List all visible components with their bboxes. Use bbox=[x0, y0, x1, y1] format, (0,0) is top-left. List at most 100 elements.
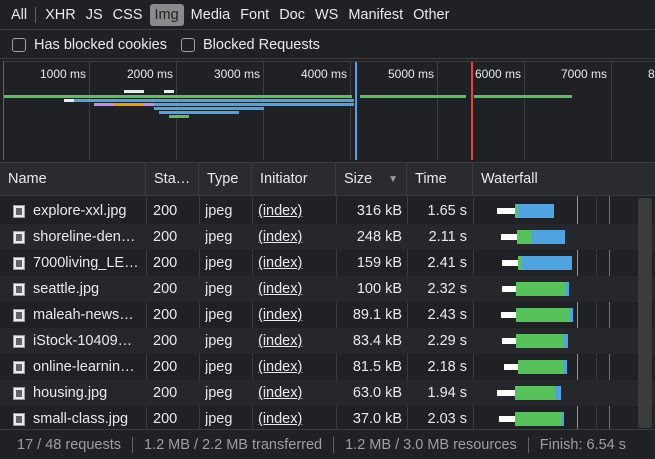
filter-manifest[interactable]: Manifest bbox=[343, 4, 408, 26]
cell-time: 2.43 s bbox=[427, 307, 468, 323]
column-initiator[interactable]: Initiator bbox=[252, 163, 336, 196]
overview-bar bbox=[474, 95, 572, 98]
cell-initiator[interactable]: (index) bbox=[258, 224, 332, 250]
overview-bar bbox=[169, 115, 189, 118]
column-type[interactable]: Type bbox=[199, 163, 252, 196]
cell-time: 2.03 s bbox=[427, 411, 468, 427]
cell-initiator[interactable]: (index) bbox=[258, 198, 332, 224]
cell-initiator[interactable]: (index) bbox=[258, 406, 332, 429]
cell-size: 159 kB bbox=[356, 255, 402, 271]
has-blocked-cookies-checkbox[interactable]: Has blocked cookies bbox=[12, 37, 167, 53]
filter-bar: All XHR JS CSS Img Media Font Doc WS Man… bbox=[0, 0, 655, 30]
table-row[interactable]: housing.jpg 200 jpeg (index) 63.0 kB 1.9… bbox=[0, 380, 655, 406]
tick-label: 6000 ms bbox=[475, 67, 522, 81]
cell-type: jpeg bbox=[205, 229, 233, 245]
cell-size: 37.0 kB bbox=[352, 411, 402, 427]
request-table-body: explore-xxl.jpg 200 jpeg (index) 316 kB … bbox=[0, 196, 655, 429]
checkbox-icon[interactable] bbox=[12, 37, 26, 52]
cell-name: housing.jpg bbox=[33, 385, 108, 401]
cell-name: iStock-10409… bbox=[33, 333, 133, 349]
cell-initiator[interactable]: (index) bbox=[258, 302, 332, 328]
waterfall-download bbox=[555, 386, 561, 400]
filter-font[interactable]: Font bbox=[235, 4, 274, 26]
column-name[interactable]: Name bbox=[0, 163, 146, 196]
table-row[interactable]: seattle.jpg 200 jpeg (index) 100 kB 2.32… bbox=[0, 276, 655, 302]
waterfall-download bbox=[563, 360, 567, 374]
image-file-icon bbox=[13, 309, 25, 322]
tick-line bbox=[350, 62, 351, 160]
filter-other[interactable]: Other bbox=[408, 4, 454, 26]
table-row[interactable]: maleah-news… 200 jpeg (index) 89.1 kB 2.… bbox=[0, 302, 655, 328]
blocked-requests-checkbox[interactable]: Blocked Requests bbox=[181, 37, 320, 53]
table-row[interactable]: online-learnin… 200 jpeg (index) 81.5 kB… bbox=[0, 354, 655, 380]
waterfall-download bbox=[561, 412, 564, 426]
cell-time: 2.32 s bbox=[427, 281, 468, 297]
waterfall-waiting bbox=[516, 282, 566, 296]
table-row[interactable]: explore-xxl.jpg 200 jpeg (index) 316 kB … bbox=[0, 198, 655, 224]
table-row[interactable]: iStock-10409… 200 jpeg (index) 83.4 kB 2… bbox=[0, 328, 655, 354]
cell-type: jpeg bbox=[205, 281, 233, 297]
filter-img[interactable]: Img bbox=[149, 3, 184, 26]
cell-name: seattle.jpg bbox=[33, 281, 100, 297]
request-table-header: Name Sta… Type Initiator Size ▼ Time Wat… bbox=[0, 162, 655, 196]
filter-media[interactable]: Media bbox=[186, 4, 236, 26]
cell-status: 200 bbox=[153, 333, 178, 349]
waterfall-download bbox=[522, 256, 572, 270]
image-file-icon bbox=[13, 361, 25, 374]
checkbox-label: Has blocked cookies bbox=[34, 36, 167, 53]
cell-initiator[interactable]: (index) bbox=[258, 276, 332, 302]
tick-label: 1000 ms bbox=[40, 67, 87, 81]
tick-label: 3000 ms bbox=[214, 67, 261, 81]
cell-status: 200 bbox=[153, 385, 178, 401]
cell-initiator[interactable]: (index) bbox=[258, 380, 332, 406]
column-time[interactable]: Time bbox=[407, 163, 473, 196]
sort-descending-icon[interactable]: ▼ bbox=[388, 163, 398, 196]
load-marker bbox=[471, 62, 473, 160]
cell-time: 2.11 s bbox=[428, 229, 467, 245]
cell-initiator[interactable]: (index) bbox=[258, 328, 332, 354]
filter-css[interactable]: CSS bbox=[108, 4, 148, 26]
cell-name: online-learnin… bbox=[33, 359, 135, 375]
checkbox-row: Has blocked cookies Blocked Requests bbox=[0, 31, 655, 59]
waterfall-waiting bbox=[515, 412, 561, 426]
filter-ws[interactable]: WS bbox=[310, 4, 343, 26]
cell-initiator[interactable]: (index) bbox=[258, 354, 332, 380]
column-status[interactable]: Sta… bbox=[146, 163, 199, 196]
finish-time: Finish: 6.54 s bbox=[539, 436, 627, 453]
tick-line bbox=[263, 62, 264, 160]
filter-doc[interactable]: Doc bbox=[274, 4, 310, 26]
status-divider bbox=[132, 436, 133, 453]
filter-divider bbox=[35, 6, 37, 23]
table-row[interactable]: small-class.jpg 200 jpeg (index) 37.0 kB… bbox=[0, 406, 655, 429]
waterfall-queued bbox=[501, 234, 517, 240]
timeline-overview[interactable]: 1000 ms 2000 ms 3000 ms 4000 ms 5000 ms … bbox=[3, 61, 655, 160]
table-row[interactable]: 7000living_LE… 200 jpeg (index) 159 kB 2… bbox=[0, 250, 655, 276]
waterfall-queued bbox=[497, 208, 515, 214]
tick-line bbox=[89, 62, 90, 160]
filter-js[interactable]: JS bbox=[81, 4, 108, 26]
dom-content-loaded-marker bbox=[355, 62, 357, 160]
table-row[interactable]: shoreline-den… 200 jpeg (index) 248 kB 2… bbox=[0, 224, 655, 250]
overview-bar bbox=[124, 90, 144, 93]
filter-all[interactable]: All bbox=[6, 4, 32, 26]
filter-xhr[interactable]: XHR bbox=[40, 4, 81, 26]
column-size[interactable]: Size ▼ bbox=[336, 163, 407, 196]
transferred-size: 1.2 MB / 2.2 MB transferred bbox=[144, 436, 323, 453]
waterfall-queued bbox=[502, 286, 516, 292]
waterfall-waiting bbox=[516, 308, 570, 322]
waterfall-download bbox=[518, 204, 554, 218]
vertical-scrollbar[interactable] bbox=[638, 198, 652, 428]
cell-type: jpeg bbox=[205, 411, 233, 427]
cell-initiator[interactable]: (index) bbox=[258, 250, 332, 276]
overview-bar bbox=[164, 90, 174, 93]
cell-size: 89.1 kB bbox=[352, 307, 402, 323]
checkbox-icon[interactable] bbox=[181, 37, 195, 52]
cell-status: 200 bbox=[153, 229, 178, 245]
cell-time: 2.29 s bbox=[427, 333, 468, 349]
column-waterfall[interactable]: Waterfall bbox=[473, 163, 655, 196]
column-size-label: Size bbox=[344, 171, 373, 187]
image-file-icon bbox=[13, 387, 25, 400]
cell-name: 7000living_LE… bbox=[33, 255, 139, 271]
overview-bar bbox=[74, 99, 354, 102]
cell-name: maleah-news… bbox=[33, 307, 134, 323]
